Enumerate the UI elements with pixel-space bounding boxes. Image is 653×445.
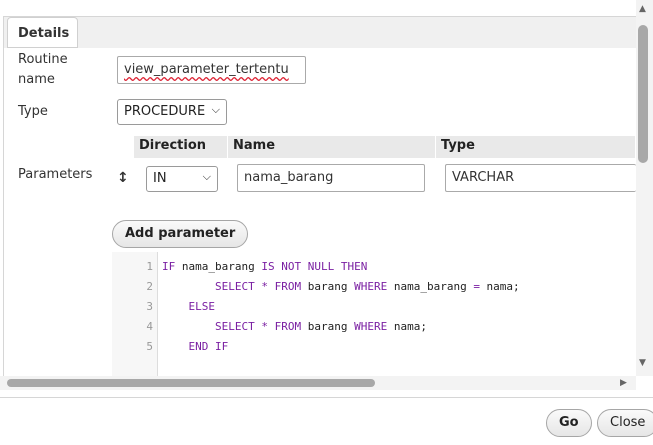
vertical-scrollbar-thumb[interactable]: [638, 25, 648, 163]
line-number: 1: [146, 260, 153, 273]
header-direction: Direction: [134, 136, 228, 158]
tab-strip: Details: [3, 16, 637, 49]
param-name-value: nama_barang: [244, 170, 334, 185]
param-name-input[interactable]: nama_barang: [237, 164, 425, 192]
scroll-up-arrow-icon[interactable]: ▲: [639, 4, 646, 14]
line-number: 3: [146, 300, 153, 313]
go-button[interactable]: Go: [546, 409, 592, 437]
chevron-down-icon: ⌵: [202, 170, 211, 183]
routine-type-select[interactable]: PROCEDURE ⌵: [117, 99, 227, 125]
line-number: 4: [146, 320, 153, 333]
line-number: 5: [146, 340, 153, 353]
param-direction-select[interactable]: IN ⌵: [146, 166, 218, 192]
add-parameter-button[interactable]: Add parameter: [112, 220, 249, 248]
routine-name-label-line2: name: [18, 72, 55, 87]
horizontal-scrollbar-thumb[interactable]: [7, 379, 375, 387]
footer-divider: [0, 397, 653, 398]
code-line-2: SELECT * FROM barang WHERE nama_barang =…: [214, 280, 520, 293]
code-gutter: 1 2 3 4 5: [112, 252, 158, 376]
code-line-3: ELSE: [188, 300, 216, 313]
scroll-down-arrow-icon[interactable]: ▼: [639, 358, 646, 368]
code-line-1: IF nama_barang IS NOT NULL THEN: [162, 260, 368, 273]
line-number: 2: [146, 280, 153, 293]
routine-dialog: Details Routine name view_parameter_tert…: [0, 0, 653, 445]
param-type-value: VARCHAR: [452, 170, 515, 185]
scroll-right-arrow-icon[interactable]: ▶: [620, 378, 627, 388]
param-direction-value: IN: [153, 171, 167, 186]
chevron-down-icon: ⌵: [211, 103, 220, 116]
header-type: Type: [436, 136, 636, 158]
up-down-arrow-icon[interactable]: ↕: [117, 168, 129, 188]
param-type-input[interactable]: VARCHAR: [445, 164, 636, 192]
routine-name-input[interactable]: view_parameter_tertentu: [117, 56, 306, 84]
code-line-4: SELECT * FROM barang WHERE nama;: [214, 320, 427, 333]
routine-type-value: PROCEDURE: [124, 104, 206, 119]
code-line-5: END IF: [188, 340, 229, 353]
parameters-label: Parameters: [18, 167, 93, 182]
tab-details[interactable]: Details: [7, 17, 78, 48]
type-label: Type: [18, 104, 48, 119]
routine-name-label-line1: Routine: [18, 52, 68, 67]
close-button[interactable]: Close: [597, 409, 653, 437]
params-header: Direction Name Type: [134, 136, 636, 158]
code-editor[interactable]: 1 2 3 4 5 IF nama_barang IS NOT NULL THE…: [112, 252, 636, 376]
header-name: Name: [228, 136, 436, 158]
routine-name-value: view_parameter_tertentu: [124, 62, 289, 77]
details-panel: Routine name view_parameter_tertentu Typ…: [3, 48, 636, 376]
